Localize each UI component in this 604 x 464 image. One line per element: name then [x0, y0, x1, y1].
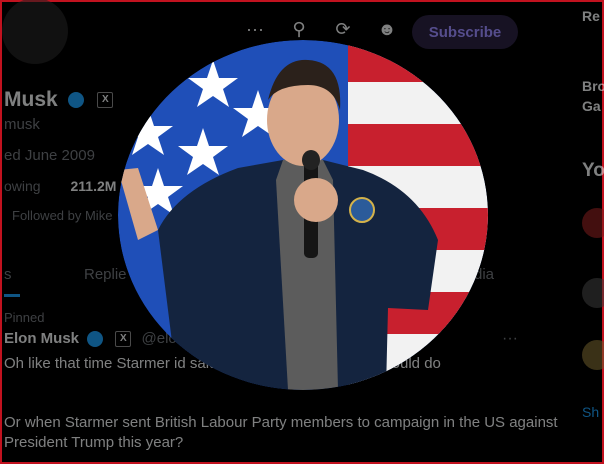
follow-icon[interactable]: ☻ — [374, 16, 400, 42]
profile-joined: ed June 2009 — [4, 147, 95, 164]
sidebar-section-title: Yo — [582, 160, 604, 181]
verified-badge-icon — [87, 331, 104, 348]
profile-stats: owing 211.2M F — [4, 178, 129, 194]
following-link[interactable]: owing — [4, 178, 41, 194]
search-icon[interactable]: ⚲ — [286, 16, 312, 42]
x-affiliate-icon: X — [115, 331, 132, 348]
profile-photo — [118, 40, 488, 390]
sidebar-trend[interactable]: Bro Ga — [582, 76, 604, 116]
sidebar-heading: Re — [582, 8, 600, 24]
header-actions: ··· ⚲ ⟳ ☻ — [242, 16, 400, 42]
post-author-name[interactable]: Elon Musk — [4, 330, 79, 347]
profile-photo-viewer — [118, 40, 488, 390]
followed-by[interactable]: Followed by Mike — [12, 208, 112, 223]
suggested-avatar[interactable] — [582, 208, 604, 238]
subscribe-button[interactable]: Subscribe — [412, 15, 518, 49]
verified-badge-icon — [67, 92, 84, 109]
post-text-line2: Or when Starmer sent British Labour Part… — [4, 414, 558, 451]
trend-line1: Bro — [582, 78, 604, 94]
profile-name-text: Musk — [4, 88, 58, 111]
post-author[interactable]: Elon Musk X @elo — [4, 330, 177, 348]
active-tab-indicator — [4, 294, 20, 297]
show-more-link[interactable]: Sh — [582, 404, 599, 420]
suggested-avatar[interactable] — [582, 278, 604, 308]
profile-handle: musk — [4, 116, 40, 133]
more-icon[interactable]: ··· — [242, 16, 268, 42]
profile-avatar[interactable] — [2, 0, 68, 64]
profile-name: Musk X — [4, 88, 114, 112]
tab-replies[interactable]: Replie — [84, 266, 127, 283]
trend-line2: Ga — [582, 98, 601, 114]
grok-icon[interactable]: ⟳ — [330, 16, 356, 42]
x-affiliate-icon: X — [97, 92, 114, 109]
suggested-avatar[interactable] — [582, 340, 604, 370]
tab-posts[interactable]: s — [4, 266, 12, 283]
pinned-label: Pinned — [4, 310, 45, 325]
post-more-button[interactable]: ··· — [502, 330, 518, 348]
